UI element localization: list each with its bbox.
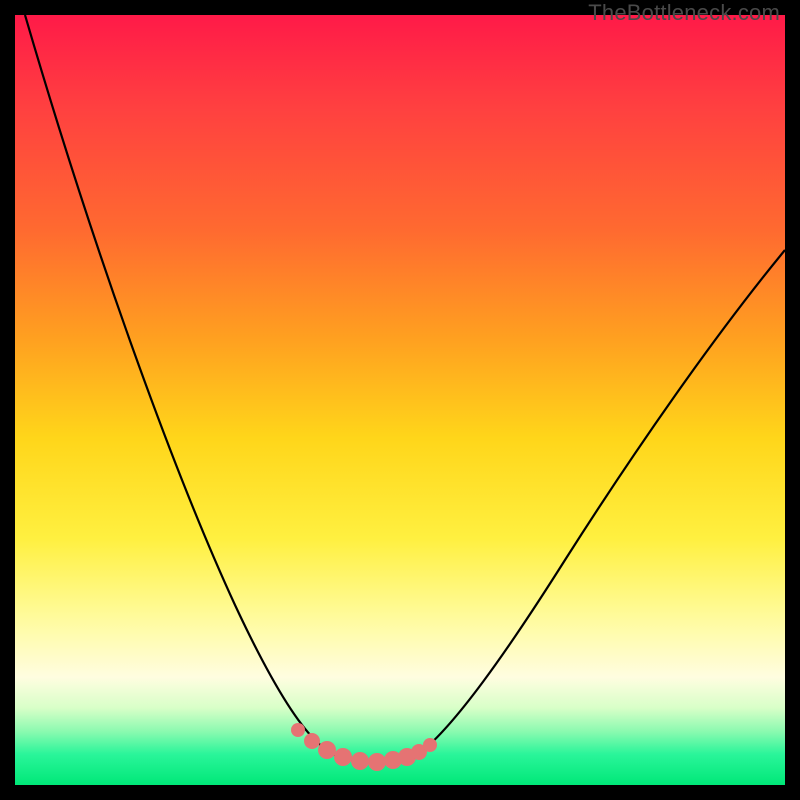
curve-layer <box>15 15 785 785</box>
watermark-text: TheBottleneck.com <box>588 0 780 26</box>
plot-area <box>15 15 785 785</box>
chart-frame: TheBottleneck.com <box>0 0 800 800</box>
right-curve <box>420 250 785 753</box>
highlighted-points <box>291 723 437 771</box>
left-curve <box>25 15 340 757</box>
